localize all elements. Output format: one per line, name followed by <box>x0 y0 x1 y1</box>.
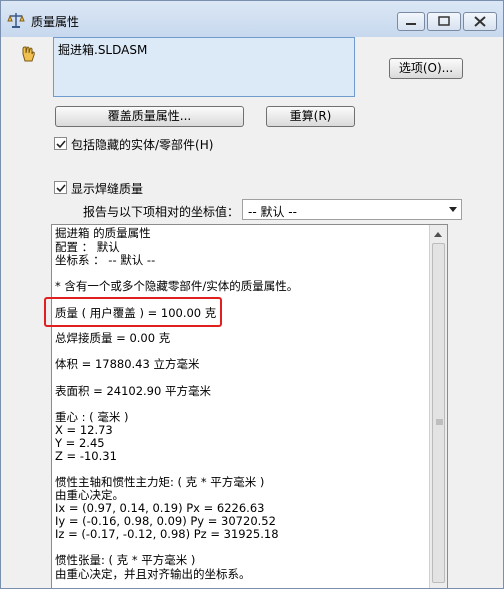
close-icon <box>474 16 486 27</box>
list-item[interactable]: 掘进箱.SLDASM <box>58 41 147 58</box>
result-line: 由重心决定，并且对齐输出的坐标系。 <box>55 567 251 581</box>
window-title: 质量属性 <box>31 15 80 29</box>
scrollbar-thumb[interactable] <box>432 243 445 583</box>
mass-properties-window: 质量属性 掘进箱.SLDASM 选项(O)... 覆盖质量属性... 重算(R)… <box>0 0 504 589</box>
coordinate-system-label: 报告与以下项相对的坐标值： <box>83 205 240 219</box>
result-line: * 含有一个或多个隐藏零部件/实体的质量属性。 <box>55 279 299 293</box>
close-button[interactable] <box>463 12 497 31</box>
chevron-down-icon <box>449 207 457 212</box>
result-line: Z = -10.31 <box>55 449 117 463</box>
recalculate-button[interactable]: 重算(R) <box>266 106 355 127</box>
result-line: 表面积 = 24102.90 平方毫米 <box>55 384 211 398</box>
results-scrollbar[interactable] <box>429 225 447 588</box>
result-line: Iz = (-0.17, -0.12, 0.98) Pz = 31925.18 <box>55 527 279 541</box>
results-text-area[interactable]: 掘进箱 的质量属性 配置 ： 默认 坐标系 ： -- 默认 -- * 含有一个或多… <box>51 224 448 588</box>
override-mass-properties-button[interactable]: 覆盖质量属性... <box>55 106 244 127</box>
coordinate-system-value: -- 默认 -- <box>248 205 297 219</box>
result-line: 总焊接质量 = 0.00 克 <box>55 331 171 345</box>
scroll-up-icon <box>434 232 442 237</box>
show-weld-checkbox[interactable] <box>54 181 67 194</box>
coordinate-system-select[interactable]: -- 默认 -- <box>242 199 462 220</box>
include-hidden-label: 包括隐藏的实体/零部件(H) <box>71 138 214 152</box>
result-line: 坐标系 ： -- 默认 -- <box>55 253 156 267</box>
include-hidden-checkbox[interactable] <box>54 137 67 150</box>
mass-highlight-box <box>44 297 222 327</box>
minimize-icon <box>406 23 416 25</box>
checkmark-icon <box>56 184 66 193</box>
result-line: 体积 = 17880.43 立方毫米 <box>55 357 200 371</box>
component-hand-icon <box>19 45 39 68</box>
result-line: 惯性张量: ( 克 * 平方毫米 ) <box>55 553 196 567</box>
result-line: 掘进箱 的质量属性 <box>55 226 151 240</box>
title-bar: 质量属性 <box>1 1 503 37</box>
show-weld-label: 显示焊缝质量 <box>71 182 144 196</box>
scale-icon <box>7 11 25 29</box>
selected-components-list[interactable]: 掘进箱.SLDASM <box>53 37 355 97</box>
maximize-button[interactable] <box>427 12 461 31</box>
minimize-button[interactable] <box>397 12 425 31</box>
maximize-icon <box>438 16 450 26</box>
options-button[interactable]: 选项(O)... <box>389 58 463 79</box>
checkmark-icon <box>56 140 66 149</box>
grip-icon <box>436 419 443 425</box>
